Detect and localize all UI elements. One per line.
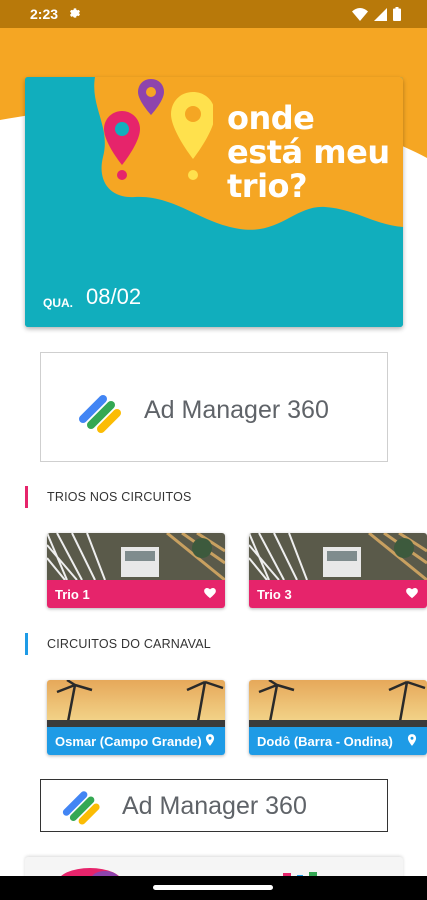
- section-accent-bar: [25, 633, 28, 655]
- status-time: 2:23: [30, 6, 59, 22]
- ad-text: Ad Manager 360: [144, 396, 329, 424]
- trio-name: Trio 3: [257, 587, 292, 602]
- wifi-icon: [352, 7, 368, 21]
- ad-banner[interactable]: Ad Manager 360: [40, 352, 388, 462]
- circuit-card[interactable]: Osmar (Campo Grande): [47, 680, 225, 755]
- trio-card[interactable]: Trio 3: [249, 533, 427, 608]
- circuit-card[interactable]: Dodô (Barra - Ondina): [249, 680, 427, 755]
- system-icons: [352, 7, 401, 21]
- trio-photo: [47, 533, 225, 580]
- circuit-name: Osmar (Campo Grande): [55, 734, 202, 749]
- circuit-name: Dodô (Barra - Ondina): [257, 734, 393, 749]
- ad-manager-logo-icon: [79, 395, 121, 433]
- home-gesture-handle[interactable]: [153, 885, 273, 890]
- pink-pin-icon: [104, 111, 140, 165]
- trio-card-footer: Trio 3: [249, 580, 427, 608]
- trio-photo: [249, 533, 427, 580]
- hero-date: 08/02: [86, 284, 142, 309]
- purple-pin-icon: [138, 79, 164, 115]
- map-pins-illustration: [104, 79, 213, 180]
- location-pin-icon[interactable]: [405, 733, 419, 747]
- circuit-photo: [249, 680, 427, 727]
- circuit-card-footer: Dodô (Barra - Ondina): [249, 727, 427, 755]
- heart-icon[interactable]: [405, 586, 419, 600]
- trio-name: Trio 1: [55, 587, 90, 602]
- battery-icon: [393, 7, 401, 21]
- ad-manager-logo-icon: [62, 791, 100, 825]
- hero-day-of-week: QUA.: [43, 296, 73, 310]
- heart-icon[interactable]: [203, 586, 217, 600]
- section-title: CIRCUITOS DO CARNAVAL: [47, 637, 211, 651]
- section-accent-bar: [25, 486, 28, 508]
- hero-title: onde está meu trio?: [227, 99, 390, 205]
- circuit-photo: [47, 680, 225, 727]
- circuit-card-footer: Osmar (Campo Grande): [47, 727, 225, 755]
- ad-text: Ad Manager 360: [122, 792, 307, 820]
- yellow-pin-icon: [171, 92, 213, 159]
- section-title: TRIOS NOS CIRCUITOS: [47, 490, 192, 504]
- trio-card[interactable]: Trio 1: [47, 533, 225, 608]
- navigation-bar: [0, 876, 427, 900]
- location-pin-icon[interactable]: [203, 733, 217, 747]
- ad-banner[interactable]: Ad Manager 360: [40, 779, 388, 832]
- settings-gear-icon: [69, 8, 81, 18]
- trio-card-footer: Trio 1: [47, 580, 225, 608]
- status-bar: 2:23: [0, 0, 427, 28]
- signal-icon: [374, 7, 387, 21]
- hero-banner[interactable]: onde está meu trio? QUA. 08/02: [25, 77, 403, 327]
